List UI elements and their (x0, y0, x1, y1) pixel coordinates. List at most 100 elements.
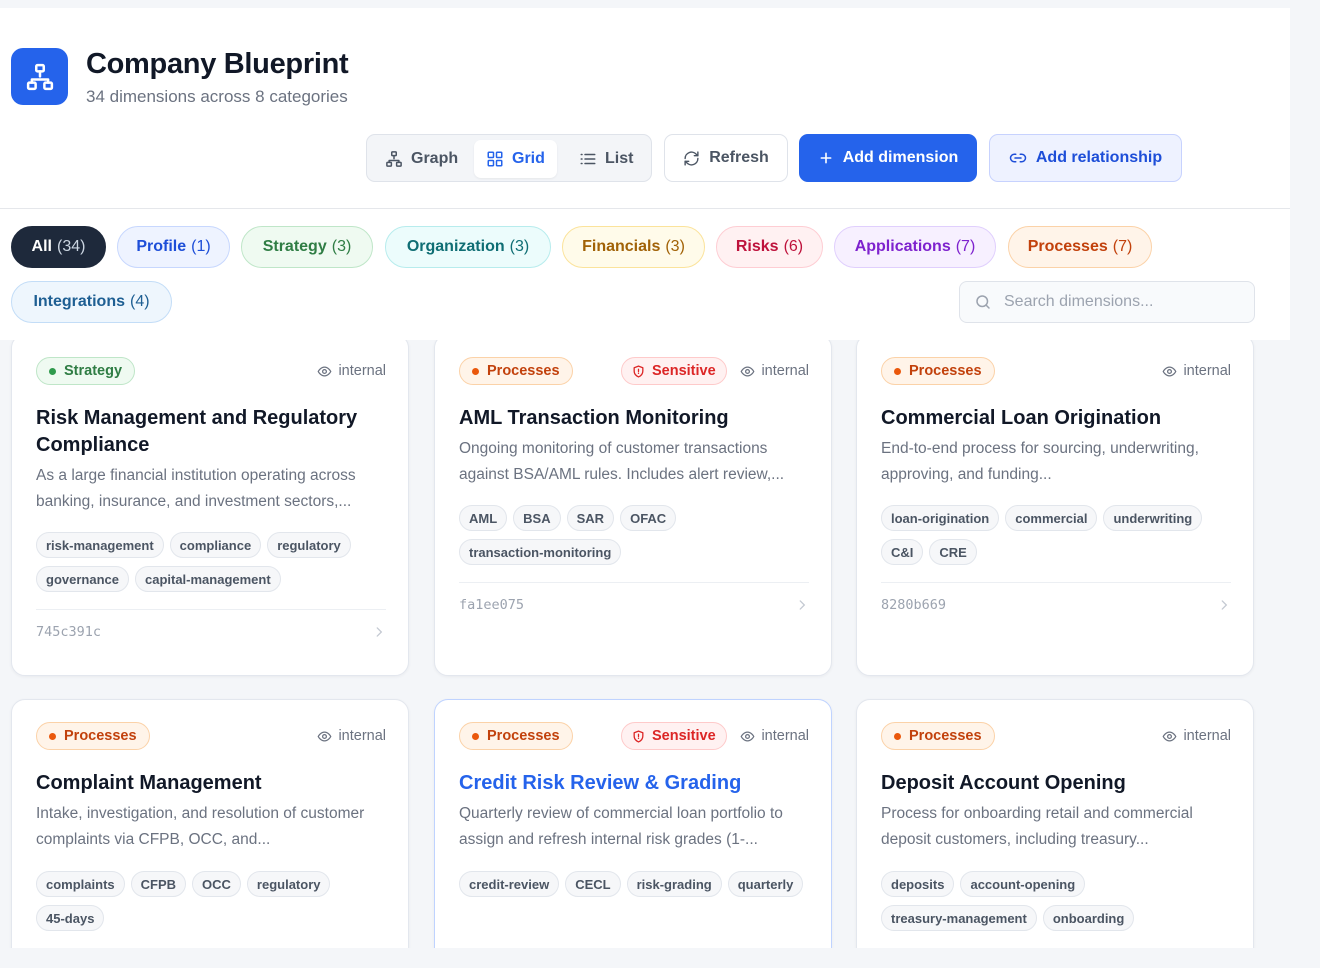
refresh-button[interactable]: Refresh (664, 134, 788, 182)
visibility-indicator: internal (1162, 363, 1231, 379)
filter-chip-profile[interactable]: Profile (1) (117, 226, 230, 268)
card-description: Ongoing monitoring of customer transacti… (459, 440, 785, 483)
visibility-label: internal (1183, 728, 1231, 744)
refresh-label: Refresh (709, 149, 769, 166)
add-relationship-button[interactable]: Add relationship (989, 134, 1182, 182)
filter-chip-label: All (31, 238, 52, 255)
header-divider (0, 208, 1290, 209)
filter-chip-count: (7) (955, 238, 976, 255)
filter-chip-all[interactable]: All (34) (11, 226, 106, 268)
filter-chip-strategy[interactable]: Strategy (3) (241, 226, 373, 268)
tag: OCC (192, 871, 241, 897)
category-badge: Strategy (36, 357, 136, 385)
visibility-label: internal (338, 363, 386, 379)
filter-chip-financials[interactable]: Financials (3) (562, 226, 705, 268)
card-title[interactable]: Complaint Management (36, 770, 386, 797)
card-title[interactable]: Risk Management and Regulatory Complianc… (36, 405, 386, 459)
dimension-card[interactable]: Strategy internal Risk Management and Re… (11, 340, 409, 676)
sensitive-badge: Sensitive (621, 722, 727, 750)
chevron-right-icon[interactable] (1217, 598, 1231, 612)
filter-chip-label: Processes (1027, 238, 1108, 255)
tag-list: deposits account-opening treasury-manage… (881, 871, 1233, 931)
card-title[interactable]: Credit Risk Review & Grading (459, 770, 809, 797)
view-list-button[interactable]: List (567, 140, 645, 178)
tag: AML (459, 505, 508, 531)
dimension-card[interactable]: Processes internal Deposit Account Openi… (856, 699, 1254, 948)
filter-chip-count: (7) (1112, 238, 1133, 255)
filter-chip-integrations[interactable]: Integrations (4) (11, 281, 172, 323)
search-box (959, 281, 1255, 323)
card-footer: fa1ee075 (459, 582, 809, 626)
view-graph-button[interactable]: Graph (373, 140, 470, 178)
visibility-label: internal (761, 728, 809, 744)
eye-icon (317, 365, 332, 377)
visibility-label: internal (761, 363, 809, 379)
card-description: Process for onboarding retail and commer… (881, 805, 1193, 848)
filter-chip-label: Profile (136, 238, 187, 255)
filter-chip-processes[interactable]: Processes (7) (1008, 226, 1152, 268)
filter-chip-label: Organization (406, 238, 505, 255)
visibility-indicator: internal (740, 363, 809, 379)
view-graph-label: Graph (411, 150, 459, 167)
tag: risk-management (36, 532, 164, 558)
search-icon (976, 295, 990, 309)
filter-chip-label: Strategy (262, 238, 327, 255)
tag: compliance (169, 532, 262, 558)
visibility-indicator: internal (1162, 728, 1231, 744)
eye-icon (1162, 365, 1177, 377)
add-dimension-button[interactable]: Add dimension (799, 134, 977, 182)
dimension-card[interactable]: Processes Sensitive internal Credit Risk… (434, 699, 832, 948)
tag: CECL (565, 871, 621, 897)
sensitive-label: Sensitive (652, 363, 716, 379)
tag-list: risk-management compliance regulatory go… (36, 532, 388, 592)
filter-chip-risks[interactable]: Risks (6) (716, 226, 823, 268)
tag: 45-days (36, 905, 105, 931)
tag: CFPB (130, 871, 187, 897)
filter-chip-applications[interactable]: Applications (7) (834, 226, 996, 268)
sensitive-label: Sensitive (652, 728, 716, 744)
card-description: Intake, investigation, and resolution of… (36, 805, 365, 848)
filter-chip-label: Applications (854, 238, 951, 255)
add-relationship-label: Add relationship (1035, 149, 1163, 166)
eye-icon (317, 730, 332, 742)
eye-icon (1162, 730, 1177, 742)
tag: BSA (513, 505, 561, 531)
dimension-card[interactable]: Processes internal Complaint Management … (11, 699, 409, 948)
grid-icon (487, 151, 503, 167)
category-badge: Processes (459, 357, 573, 385)
view-grid-button[interactable]: Grid (474, 140, 557, 178)
card-title[interactable]: Deposit Account Opening (881, 770, 1231, 797)
chevron-right-icon[interactable] (795, 598, 809, 612)
dimension-id: 745c391c (36, 623, 102, 640)
card-title[interactable]: AML Transaction Monitoring (459, 405, 809, 432)
shield-icon (633, 364, 644, 378)
filter-chip-count: (3) (509, 238, 530, 255)
category-dot (49, 367, 56, 375)
tag: transaction-monitoring (459, 539, 622, 565)
category-label: Processes (487, 728, 560, 744)
tag: treasury-management (881, 905, 1037, 931)
dimension-id: 8280b669 (881, 596, 947, 613)
chevron-right-icon[interactable] (372, 625, 386, 639)
tag: C&I (881, 539, 924, 565)
card-title[interactable]: Commercial Loan Origination (881, 405, 1231, 432)
category-label: Processes (64, 728, 137, 744)
dimension-card[interactable]: Processes Sensitive internal AML Transac… (434, 340, 832, 676)
tag: capital-management (134, 566, 281, 592)
dimension-grid: Strategy internal Risk Management and Re… (0, 340, 1320, 948)
visibility-label: internal (338, 728, 386, 744)
search-input[interactable] (1004, 293, 1234, 311)
category-label: Strategy (64, 363, 123, 379)
view-grid-label: Grid (512, 150, 545, 167)
view-toggle: Graph Grid List (366, 134, 652, 182)
tag: onboarding (1042, 905, 1135, 931)
page-title: Company Blueprint (86, 48, 349, 80)
tag: regulatory (246, 871, 331, 897)
dimension-card[interactable]: Processes internal Commercial Loan Origi… (856, 340, 1254, 676)
filter-chip-count: (3) (331, 238, 352, 255)
filter-chip-organization[interactable]: Organization (3) (385, 226, 551, 268)
filter-chip-label: Risks (735, 238, 779, 255)
add-dimension-label: Add dimension (842, 149, 959, 166)
category-label: Processes (909, 728, 982, 744)
tag: risk-grading (626, 871, 722, 897)
